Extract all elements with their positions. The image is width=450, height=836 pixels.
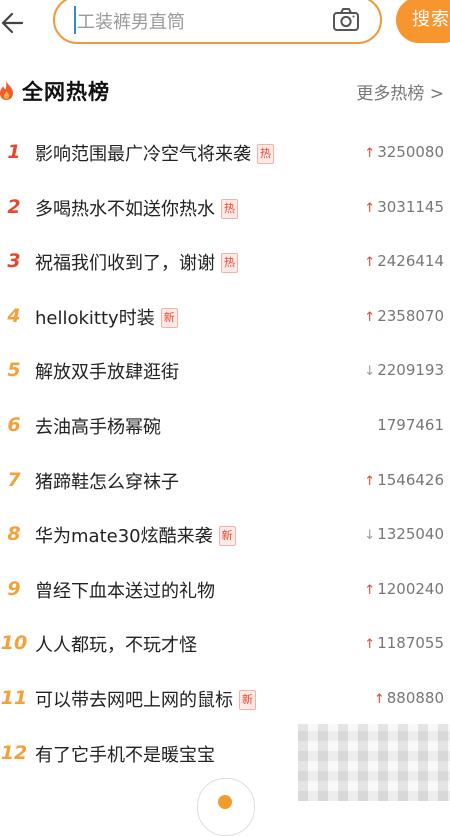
- rank-number: 10: [0, 632, 28, 655]
- heat-count-value: 3250080: [377, 143, 444, 161]
- topic-title: 多喝热水不如送你热水热: [35, 195, 238, 221]
- topic-title: 曾经下血本送过的礼物: [35, 577, 215, 603]
- heat-count-value: 880880: [386, 689, 444, 707]
- more-rankings-link[interactable]: 更多热榜 >: [356, 79, 444, 104]
- topic-title-text: 影响范围最广冷空气将来袭: [35, 144, 251, 165]
- trend-up-icon: ↑: [364, 146, 376, 161]
- hot-list-row[interactable]: 9 曾经下血本送过的礼物 ↑ 1200240: [0, 564, 450, 618]
- heat-count-value: 2358070: [377, 306, 444, 325]
- heat-count: ↑ 3250080: [364, 143, 444, 161]
- topic-title: 华为mate30炫酷来袭新: [35, 522, 236, 548]
- rank-number: 2: [7, 195, 21, 218]
- trend-down-icon: ↓: [364, 528, 376, 544]
- topic-title-text: 多喝热水不如送你热水: [35, 198, 215, 220]
- trend-up-icon: ↑: [373, 692, 385, 707]
- rank-number: 12: [0, 741, 28, 764]
- topic-title-text: 解放双手放肆逛街: [35, 362, 179, 384]
- floating-action-button[interactable]: [197, 778, 255, 836]
- rank-number: 11: [0, 687, 28, 709]
- topic-title: 猪蹄鞋怎么穿袜子: [35, 468, 179, 494]
- topic-title: 解放双手放肆逛街: [35, 358, 179, 384]
- trend-up-icon: ↑: [364, 473, 376, 489]
- heat-count-value: 2426414: [377, 252, 444, 271]
- fab-dot-icon: [218, 795, 232, 809]
- rank-number: 7: [7, 468, 21, 491]
- heat-count: ↑ 2358070: [364, 307, 444, 325]
- heat-count: ↑ 1187055: [364, 634, 444, 652]
- heat-count: ↑ 1200240: [364, 580, 444, 598]
- hot-list-row[interactable]: 1 影响范围最广冷空气将来袭热 ↑ 3250080: [0, 127, 450, 181]
- heat-count: ↑ 3031145: [364, 198, 444, 216]
- topic-title: hellokitty时装新: [35, 304, 178, 330]
- topic-title-text: 有了它手机不是暖宝宝: [35, 744, 215, 766]
- topic-title: 祝福我们收到了，谢谢热: [35, 249, 238, 275]
- heat-count-value: 3031145: [377, 197, 444, 216]
- heat-count: 1797461: [377, 416, 444, 434]
- heat-count-value: 2209193: [377, 361, 444, 380]
- topic-title-text: 去油高手杨幂碗: [35, 417, 161, 438]
- topic-title-text: 华为mate30炫酷来袭: [35, 526, 213, 548]
- hot-list-row[interactable]: 4 hellokitty时装新 ↑ 2358070: [0, 291, 450, 345]
- heat-count-value: 1187055: [377, 634, 444, 653]
- heat-count: ↑ 1546426: [364, 471, 444, 489]
- trend-up-icon: ↑: [364, 309, 376, 325]
- hot-list-row[interactable]: 3 祝福我们收到了，谢谢热 ↑ 2426414: [0, 236, 450, 290]
- heat-count-value: 1546426: [377, 470, 444, 489]
- topic-title-text: 人人都玩，不玩才怪: [35, 635, 197, 657]
- topic-tag-badge: 热: [257, 144, 274, 164]
- rank-number: 5: [7, 359, 21, 382]
- section-title: 全网热榜: [22, 80, 110, 104]
- hot-list-row[interactable]: 10 人人都玩，不玩才怪 ↑ 1187055: [0, 618, 450, 672]
- topic-title-text: hellokitty时装: [35, 307, 155, 329]
- rank-number: 6: [7, 414, 21, 436]
- topic-tag-badge: 热: [221, 253, 238, 274]
- search-button[interactable]: 搜索: [396, 0, 450, 43]
- hot-list-row[interactable]: 11 可以带去网吧上网的鼠标新 ↑ 880880: [0, 673, 450, 727]
- hot-list-row[interactable]: 2 多喝热水不如送你热水热 ↑ 3031145: [0, 182, 450, 236]
- rank-number: 1: [7, 141, 21, 163]
- camera-icon[interactable]: [332, 7, 360, 33]
- hot-list-row[interactable]: 8 华为mate30炫酷来袭新 ↓ 1325040: [0, 509, 450, 563]
- search-box[interactable]: [53, 0, 382, 44]
- topic-title: 可以带去网吧上网的鼠标新: [35, 686, 256, 712]
- hot-list-row[interactable]: 7 猪蹄鞋怎么穿袜子 ↑ 1546426: [0, 455, 450, 509]
- trend-up-icon: ↑: [364, 637, 376, 653]
- rank-number: 8: [7, 523, 21, 546]
- section-header: 全网热榜 更多热榜 >: [0, 66, 450, 114]
- topic-title-text: 祝福我们收到了，谢谢: [35, 253, 215, 275]
- topic-tag-badge: 新: [239, 690, 256, 710]
- trend-down-icon: ↓: [364, 364, 376, 380]
- arrow-left-icon: [1, 12, 24, 34]
- heat-count-value: 1325040: [377, 525, 444, 544]
- topic-title: 影响范围最广冷空气将来袭热: [35, 140, 274, 166]
- mosaic-overlay: [298, 724, 450, 801]
- topic-tag-badge: 新: [218, 526, 236, 547]
- heat-count: ↓ 2209193: [364, 361, 444, 379]
- heat-count-value: 1200240: [377, 579, 444, 598]
- fire-icon: [0, 80, 13, 100]
- heat-count: ↑ 880880: [374, 689, 444, 707]
- hot-list-row[interactable]: 5 解放双手放肆逛街 ↓ 2209193: [0, 345, 450, 399]
- topic-title: 有了它手机不是暖宝宝: [35, 741, 215, 767]
- topic-title-text: 猪蹄鞋怎么穿袜子: [35, 471, 179, 493]
- topic-title-text: 曾经下血本送过的礼物: [35, 580, 215, 602]
- heat-count: ↑ 2426414: [364, 252, 444, 270]
- trend-up-icon: ↑: [364, 582, 376, 598]
- back-button[interactable]: [0, 6, 32, 40]
- topic-tag-badge: 新: [160, 307, 178, 328]
- rank-number: 4: [7, 304, 21, 327]
- search-input[interactable]: [75, 8, 329, 36]
- topic-title: 去油高手杨幂碗: [35, 413, 161, 439]
- top-bar: 搜索: [0, 0, 450, 48]
- heat-count: ↓ 1325040: [364, 525, 444, 543]
- trend-up-icon: ↑: [364, 200, 376, 216]
- rank-number: 3: [7, 250, 21, 273]
- heat-count-value: 1797461: [377, 416, 444, 434]
- topic-title-text: 可以带去网吧上网的鼠标: [35, 690, 233, 711]
- topic-title: 人人都玩，不玩才怪: [35, 631, 197, 657]
- trend-up-icon: ↑: [364, 255, 376, 271]
- hot-list-row[interactable]: 6 去油高手杨幂碗 1797461: [0, 400, 450, 454]
- topic-tag-badge: 热: [221, 198, 238, 219]
- rank-number: 9: [7, 577, 21, 600]
